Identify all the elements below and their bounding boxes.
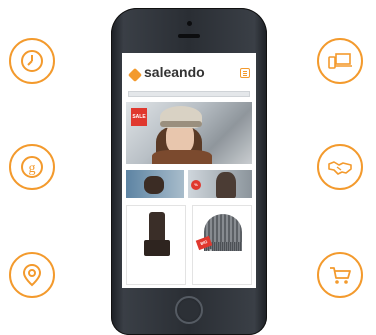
search-bar[interactable] <box>128 91 250 97</box>
hero-model-hat-band <box>160 121 202 127</box>
devices-feature <box>317 38 363 84</box>
promo-thumb-gloves[interactable] <box>126 170 184 198</box>
discount-badge: % <box>191 180 201 190</box>
location-feature <box>9 252 55 298</box>
devices-icon <box>328 53 352 69</box>
fashion-model-image <box>216 172 236 198</box>
google-icon: g <box>21 156 43 178</box>
sale-badge: SALE <box>131 108 147 126</box>
location-pin-icon <box>22 263 42 287</box>
glove-image <box>144 176 164 194</box>
product-card[interactable]: BIG SALE <box>192 205 252 285</box>
product-card[interactable] <box>126 205 186 285</box>
brand-name: saleando <box>144 64 205 80</box>
clock-icon <box>21 50 43 72</box>
svg-text:g: g <box>29 161 36 176</box>
earpiece-speaker <box>178 34 200 38</box>
front-camera <box>187 21 192 26</box>
home-button[interactable] <box>175 296 203 324</box>
scarf-fold <box>144 240 170 256</box>
shopping-cart-icon <box>330 267 351 284</box>
brand-logo-icon <box>127 67 143 83</box>
smartphone: saleando SALE % BIG SALE <box>111 8 267 335</box>
phone-screen: saleando SALE % BIG SALE <box>122 53 256 288</box>
promo-thumb-fashion[interactable]: % <box>188 170 252 198</box>
handshake-feature <box>317 144 363 190</box>
hero-banner[interactable]: SALE <box>126 102 252 164</box>
hero-model-coat <box>152 150 212 164</box>
clock-feature <box>9 38 55 84</box>
big-sale-badge: BIG SALE <box>195 235 213 256</box>
cart-feature <box>317 252 363 298</box>
app-header: saleando <box>122 53 256 93</box>
handshake-icon <box>328 161 352 175</box>
menu-button[interactable] <box>240 68 250 78</box>
google-feature: g <box>9 144 55 190</box>
